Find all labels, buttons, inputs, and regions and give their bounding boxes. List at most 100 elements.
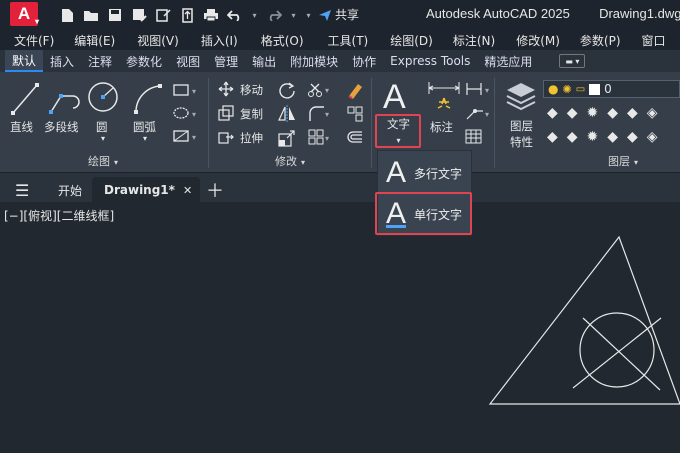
rectangle-icon[interactable]: ▾: [172, 82, 198, 102]
new-tab-button[interactable]: ＋: [206, 177, 224, 203]
hatch-icon[interactable]: ▾: [172, 105, 198, 125]
layers-panel-title[interactable]: 图层 ▾: [608, 153, 638, 169]
tab-parametric[interactable]: 参数化: [119, 50, 169, 72]
offset-icon[interactable]: [346, 129, 364, 151]
circle-dropdown-icon[interactable]: ▾: [101, 134, 105, 143]
polyline-tool-label[interactable]: 多段线: [44, 119, 79, 135]
trim-icon[interactable]: ▾: [308, 81, 334, 103]
stretch-tool-label[interactable]: 拉伸: [240, 130, 263, 146]
dimension-tool-label[interactable]: 标注: [430, 119, 453, 135]
chevron-down-icon: ▾: [301, 158, 306, 167]
layer-properties-icon[interactable]: [505, 80, 537, 118]
svg-text:▾: ▾: [325, 110, 329, 119]
tab-collaborate[interactable]: 协作: [345, 50, 383, 72]
panel-divider: [494, 78, 495, 168]
move-icon[interactable]: [218, 81, 234, 101]
new-file-icon[interactable]: [58, 6, 76, 24]
file-tab-bar: ☰ 开始 Drawing1* ✕ ＋: [0, 172, 680, 203]
circle-icon[interactable]: [87, 80, 119, 118]
arc-tool-label[interactable]: 圆弧: [133, 119, 156, 135]
menu-tools[interactable]: 工具(T): [328, 32, 369, 49]
line-icon[interactable]: [10, 82, 40, 120]
svg-text:▾: ▾: [192, 133, 196, 142]
table-icon[interactable]: [465, 129, 483, 149]
text-big-a-icon[interactable]: A: [383, 78, 406, 117]
copy-tool-label[interactable]: 复制: [240, 106, 263, 122]
tab-annotate[interactable]: 注释: [81, 50, 119, 72]
layer-tools-row-1[interactable]: ◆◆✹◆◆◈: [547, 105, 667, 121]
modify-panel-title[interactable]: 修改 ▾: [275, 153, 305, 169]
customize-toolbar-icon[interactable]: ▾: [304, 6, 313, 24]
copy-icon[interactable]: [218, 105, 234, 125]
tab-output[interactable]: 输出: [245, 50, 283, 72]
menu-window[interactable]: 窗口: [642, 32, 666, 49]
redo-dropdown-icon[interactable]: ▾: [289, 6, 298, 24]
arc-dropdown-icon[interactable]: ▾: [143, 134, 147, 143]
close-icon[interactable]: ✕: [183, 184, 192, 197]
tab-featured-apps[interactable]: 精选应用: [477, 50, 539, 72]
linear-dim-icon[interactable]: ▾: [465, 81, 493, 101]
application-menu-button[interactable]: A ▾: [10, 2, 39, 26]
polyline-icon[interactable]: [47, 82, 81, 120]
explode-icon[interactable]: [346, 105, 364, 127]
svg-text:▾: ▾: [325, 86, 329, 95]
menu-file[interactable]: 文件(F): [14, 32, 54, 49]
arc-icon[interactable]: [132, 82, 164, 120]
sun-icon: ✺: [562, 82, 572, 96]
ribbon-tab-bar: 默认 插入 注释 参数化 视图 管理 输出 附加模块 协作 Express To…: [0, 50, 680, 72]
hamburger-menu-icon[interactable]: ☰: [15, 177, 29, 203]
layer-tools-row-2[interactable]: ◆◆✹◆◆◈: [547, 129, 667, 145]
dimension-icon[interactable]: [427, 80, 461, 118]
cross-line-2: [572, 317, 662, 389]
layer-dropdown[interactable]: ● ✺ ▭ 0: [543, 80, 680, 98]
upload-icon[interactable]: [178, 6, 196, 24]
tab-addins[interactable]: 附加模块: [283, 50, 345, 72]
open-web-icon[interactable]: [154, 6, 172, 24]
array-icon[interactable]: ▾: [308, 129, 334, 151]
save-icon[interactable]: [106, 6, 124, 24]
single-line-text-highlight: [375, 192, 472, 235]
menu-modify[interactable]: 修改(M): [516, 32, 560, 49]
layer-properties-label[interactable]: 图层 特性: [510, 118, 533, 150]
menu-edit[interactable]: 编辑(E): [74, 32, 115, 49]
undo-dropdown-icon[interactable]: ▾: [250, 6, 259, 24]
line-tool-label[interactable]: 直线: [10, 119, 33, 135]
menu-view[interactable]: 视图(V): [137, 32, 179, 49]
circle-tool-label[interactable]: 圆: [96, 119, 108, 135]
fillet-icon[interactable]: ▾: [308, 105, 334, 127]
move-tool-label[interactable]: 移动: [240, 82, 263, 98]
menu-draw[interactable]: 绘图(D): [390, 32, 433, 49]
share-button[interactable]: 共享: [318, 6, 359, 23]
window-title: Autodesk AutoCAD 2025 Drawing1.dwg: [426, 6, 680, 21]
open-folder-icon[interactable]: [82, 6, 100, 24]
print-icon[interactable]: [202, 6, 220, 24]
tab-home[interactable]: 默认: [5, 50, 44, 72]
menu-dimension[interactable]: 标注(N): [453, 32, 495, 49]
menu-insert[interactable]: 插入(I): [201, 32, 238, 49]
unlock-icon: ▭: [575, 83, 586, 95]
leader-icon[interactable]: ▾: [465, 105, 493, 125]
title-bar: A ▾ ▾ ▾ ▾ 共享 Autodesk AutoCAD 2025 Drawi…: [0, 0, 680, 30]
gradient-icon[interactable]: ▾: [172, 128, 198, 148]
stretch-icon[interactable]: [218, 129, 234, 149]
menu-format[interactable]: 格式(O): [261, 32, 304, 49]
undo-icon[interactable]: [226, 6, 244, 24]
viewport-controls[interactable]: [−][俯视][二维线框]: [4, 207, 114, 224]
ribbon-display-toggle[interactable]: ▬ ▾: [559, 54, 586, 68]
erase-icon[interactable]: [346, 81, 364, 103]
scale-icon[interactable]: [278, 129, 296, 151]
current-layer-value: 0: [604, 82, 612, 96]
tab-manage[interactable]: 管理: [207, 50, 245, 72]
tab-insert[interactable]: 插入: [43, 50, 81, 72]
tab-start[interactable]: 开始: [58, 177, 82, 203]
redo-icon[interactable]: [265, 6, 283, 24]
tab-view[interactable]: 视图: [169, 50, 207, 72]
draw-panel-title[interactable]: 绘图 ▾: [88, 153, 118, 169]
mirror-icon[interactable]: [278, 105, 296, 127]
tab-drawing1[interactable]: Drawing1* ✕: [92, 177, 201, 203]
multiline-text-item[interactable]: A 多行文字: [378, 153, 471, 193]
menu-parametric[interactable]: 参数(P): [580, 32, 621, 49]
save-as-icon[interactable]: [130, 6, 148, 24]
tab-express-tools[interactable]: Express Tools: [383, 50, 477, 72]
rotate-icon[interactable]: [278, 81, 296, 103]
